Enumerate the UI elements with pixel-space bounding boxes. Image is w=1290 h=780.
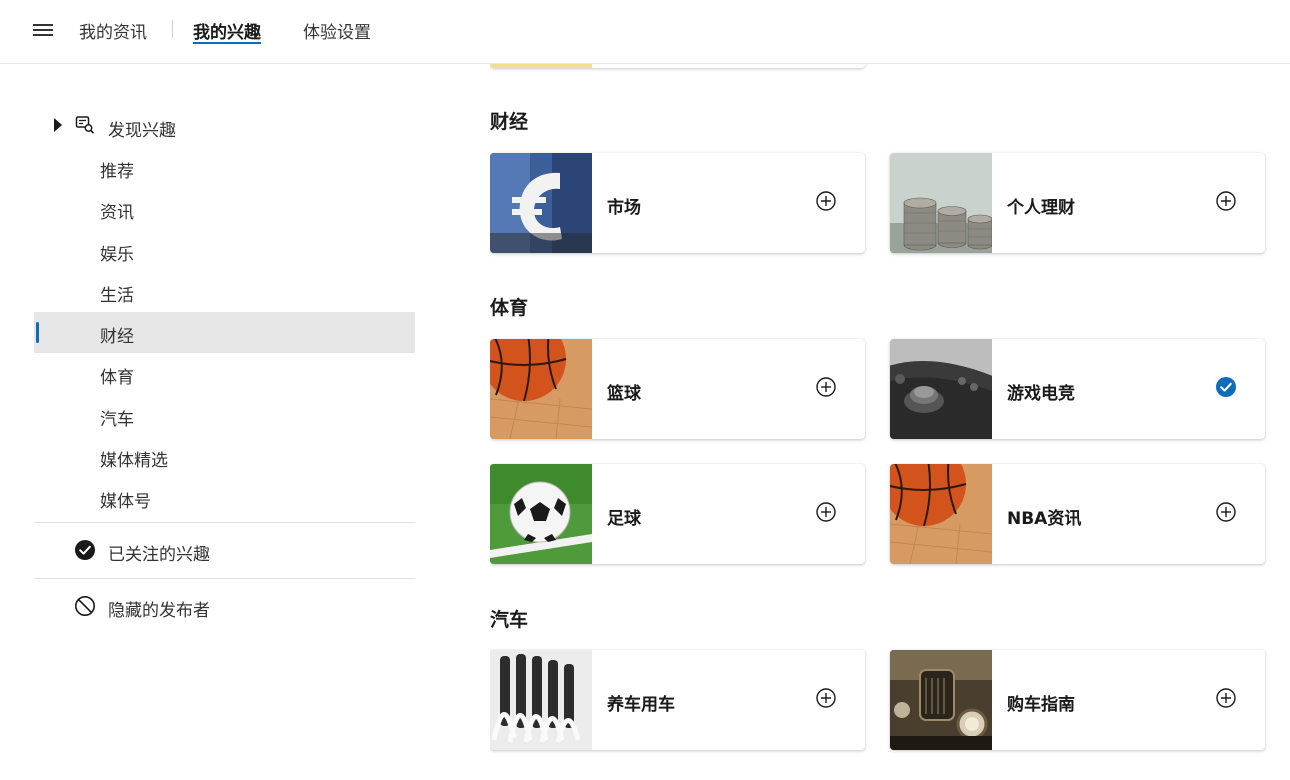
interest-thumbnail — [490, 64, 592, 68]
interest-thumbnail — [890, 464, 992, 564]
sidebar-item-entertainment[interactable]: 娱乐 — [34, 230, 415, 271]
top-navigation-bar: 我的资讯 我的兴趣 体验设置 — [0, 0, 1290, 64]
add-circle-icon[interactable] — [1215, 687, 1237, 709]
interest-name: 篮球 — [607, 384, 641, 404]
add-circle-icon[interactable] — [1215, 190, 1237, 212]
hidden-publishers-label: 隐藏的发布者 — [108, 600, 210, 621]
checkmark-circle-icon — [75, 539, 95, 560]
sidebar-discover-interests[interactable]: 发现兴趣 — [34, 105, 415, 147]
interest-card-car-care[interactable]: 养车用车 — [490, 650, 865, 750]
category-list: 推荐 资讯 娱乐 生活 财经 体育 汽车 媒体精选 媒体号 — [34, 147, 415, 519]
interest-card-car-buying[interactable]: 购车指南 — [890, 650, 1265, 750]
menu-icon[interactable] — [33, 22, 55, 38]
interest-name: 个人理财 — [1007, 198, 1075, 218]
block-icon — [75, 595, 95, 616]
interest-name: NBA资讯 — [1007, 509, 1082, 529]
interest-thumbnail — [490, 650, 592, 750]
interest-thumbnail — [490, 464, 592, 564]
checkmark-circle-icon[interactable] — [1215, 376, 1237, 398]
interest-card-gaming[interactable]: 游戏电竞 — [890, 339, 1265, 439]
sidebar-item-label: 财经 — [100, 327, 134, 348]
add-circle-icon[interactable] — [815, 501, 837, 523]
interest-card-market[interactable]: 市场 — [490, 153, 865, 253]
add-circle-icon[interactable] — [815, 376, 837, 398]
interest-name: 足球 — [607, 509, 641, 529]
section-title-finance: 财经 — [490, 111, 529, 133]
interest-card-basketball[interactable]: 篮球 — [490, 339, 865, 439]
sidebar-item-label: 媒体号 — [100, 492, 151, 513]
expand-caret-icon[interactable] — [54, 118, 62, 132]
sidebar-item-sports[interactable]: 体育 — [34, 353, 415, 394]
interest-card-partial — [490, 64, 865, 68]
tab-experience-settings[interactable]: 体验设置 — [303, 18, 371, 43]
interest-card-soccer[interactable]: 足球 — [490, 464, 865, 564]
interests-content: 财经 市场 个人理财 体育 篮球 游戏电竞 足球 NBA资讯 汽车 养车用车 购… — [490, 64, 1290, 780]
sidebar-item-media-accounts[interactable]: 媒体号 — [34, 477, 415, 518]
interest-name: 养车用车 — [607, 695, 675, 715]
sidebar-item-label: 娱乐 — [100, 244, 134, 265]
section-title-autos: 汽车 — [490, 609, 529, 631]
sidebar-hidden-publishers[interactable]: 隐藏的发布者 — [34, 579, 415, 631]
sidebar-followed-interests[interactable]: 已关注的兴趣 — [34, 523, 415, 575]
interest-card-nba[interactable]: NBA资讯 — [890, 464, 1265, 564]
section-title-sports: 体育 — [490, 297, 529, 319]
interest-name: 市场 — [607, 198, 641, 218]
discover-interests-label: 发现兴趣 — [108, 121, 176, 141]
sidebar-item-autos[interactable]: 汽车 — [34, 395, 415, 436]
sidebar-item-finance[interactable]: 财经 — [34, 312, 415, 354]
sidebar-item-label: 推荐 — [100, 162, 134, 182]
nav-divider — [172, 20, 173, 38]
sidebar-item-label: 体育 — [100, 368, 134, 389]
sidebar-item-label: 汽车 — [100, 409, 134, 430]
tab-my-interests[interactable]: 我的兴趣 — [193, 18, 261, 44]
interest-name: 购车指南 — [1007, 695, 1075, 715]
add-circle-icon[interactable] — [815, 687, 837, 709]
interest-name: 游戏电竞 — [1007, 384, 1075, 404]
sidebar-item-recommended[interactable]: 推荐 — [34, 147, 415, 188]
sidebar-item-news[interactable]: 资讯 — [34, 188, 415, 229]
tab-my-feed[interactable]: 我的资讯 — [79, 18, 147, 43]
interest-thumbnail — [490, 153, 592, 253]
interest-thumbnail — [890, 339, 992, 439]
discover-interests-icon — [75, 116, 95, 134]
sidebar-item-label: 生活 — [100, 285, 134, 306]
interest-thumbnail — [890, 650, 992, 750]
interest-card-personal-finance[interactable]: 个人理财 — [890, 153, 1265, 253]
interest-thumbnail — [890, 153, 992, 253]
add-circle-icon[interactable] — [815, 190, 837, 212]
sidebar-item-lifestyle[interactable]: 生活 — [34, 271, 415, 312]
interest-thumbnail — [490, 339, 592, 439]
sidebar-item-label: 媒体精选 — [100, 451, 168, 472]
sidebar: 发现兴趣 推荐 资讯 娱乐 生活 财经 体育 汽车 媒体精选 媒体号 已关注的兴… — [34, 105, 415, 631]
sidebar-item-label: 资讯 — [100, 203, 134, 224]
sidebar-item-media-picks[interactable]: 媒体精选 — [34, 436, 415, 477]
add-circle-icon[interactable] — [1215, 501, 1237, 523]
followed-interests-label: 已关注的兴趣 — [108, 544, 210, 565]
